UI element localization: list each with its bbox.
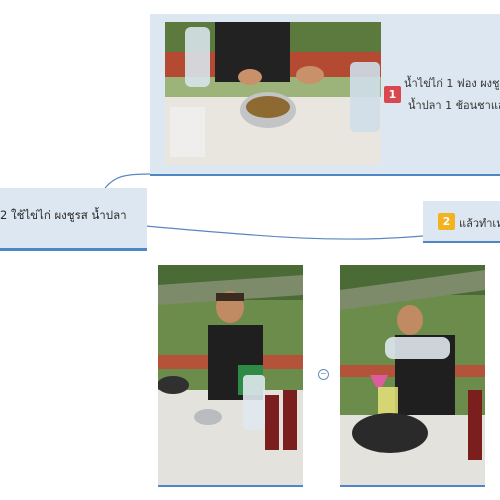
- connector-to-step2: [144, 225, 424, 240]
- step1-text-line1: น้ำไข่ไก่ 1 ฟอง ผงชูร: [404, 77, 500, 90]
- collapse-toggle-icon[interactable]: −: [318, 369, 329, 380]
- step1-text-line2: น้ำปลา 1 ช้อนชาแล้: [408, 99, 500, 112]
- parent-topic-label: 2 ใช้ไข่ไก่ ผงชูรส น้ำปลา: [0, 208, 127, 222]
- step1-photo: [165, 22, 381, 165]
- step-photo-pouring: [340, 265, 485, 487]
- step2-number-badge: 2: [438, 213, 455, 230]
- step2-text: แล้วทำเห: [459, 217, 500, 230]
- step-photo-mixing: [158, 265, 303, 487]
- step1-number-badge: 1: [384, 86, 401, 103]
- connector-to-step1: [104, 173, 151, 189]
